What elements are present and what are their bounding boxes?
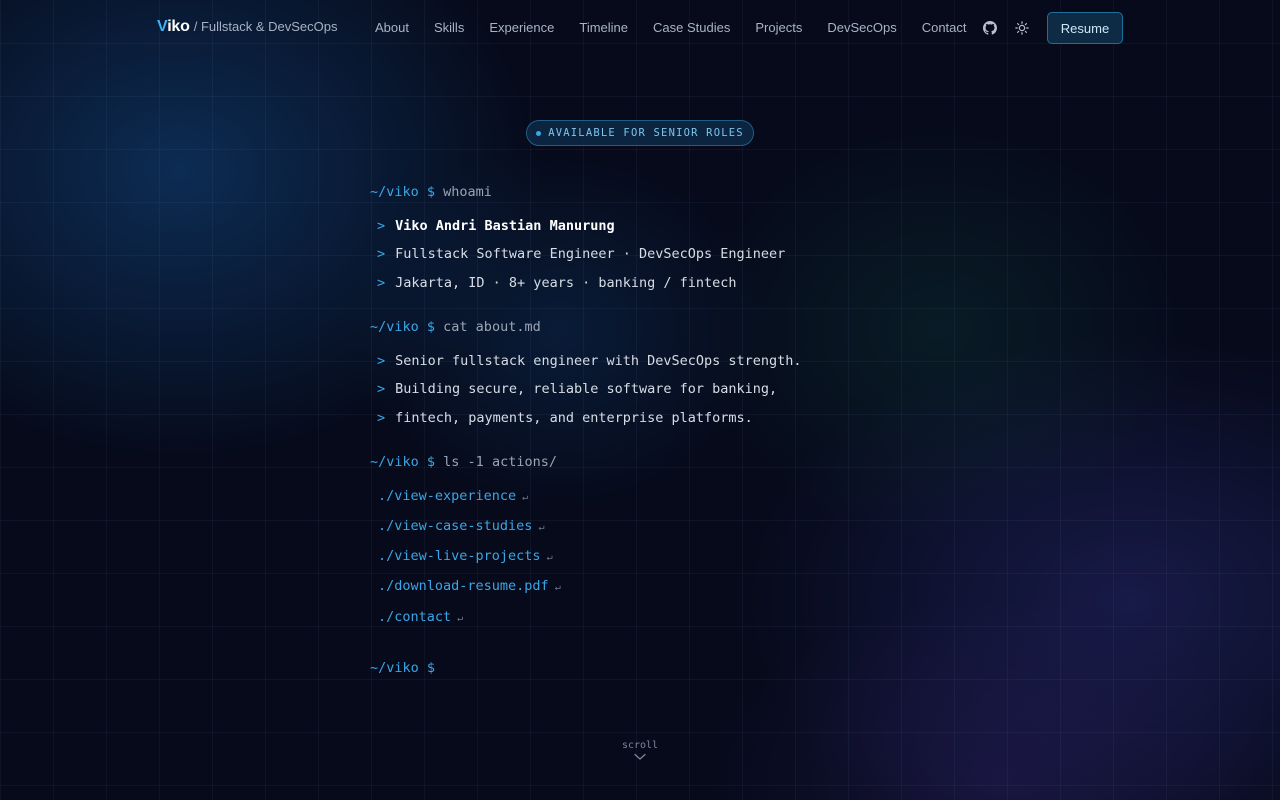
prompt-path: ~/viko $ [370, 319, 436, 335]
action-view-live-projects[interactable]: ./view-live-projects ↵ [378, 548, 553, 564]
nav-link-skills[interactable]: Skills [434, 20, 464, 35]
output-line: > Fullstack Software Engineer · DevSecOps… [377, 246, 785, 262]
prompt-path: ~/viko $ [370, 184, 436, 200]
action-download-resume[interactable]: ./download-resume.pdf ↵ [378, 578, 561, 594]
about-line: fintech, payments, and enterprise platfo… [395, 410, 753, 426]
action-contact[interactable]: ./contact ↵ [378, 609, 463, 625]
action-view-experience[interactable]: ./view-experience ↵ [378, 488, 528, 504]
nav-link-devsecops[interactable]: DevSecOps [827, 20, 896, 35]
action-label: ./contact [378, 609, 452, 625]
prompt-final: ~/viko $ [370, 660, 435, 676]
line-marker: > [377, 410, 386, 426]
nav-links: About Skills Experience Timeline Case St… [375, 20, 967, 35]
theme-toggle-button[interactable] [1012, 18, 1032, 38]
return-icon: ↵ [457, 613, 464, 624]
prompt-path: ~/viko $ [370, 660, 436, 676]
nav-link-timeline[interactable]: Timeline [579, 20, 628, 35]
prompt-cat-about: ~/viko $ cat about.md [370, 319, 541, 335]
availability-badge: AVAILABLE FOR SENIOR ROLES [526, 120, 754, 146]
output-line: > Senior fullstack engineer with DevSecOp… [377, 353, 802, 369]
output-line: > Building secure, reliable software for … [377, 381, 777, 397]
brand-subtitle: / Fullstack & DevSecOps [193, 19, 338, 34]
action-label: ./download-resume.pdf [378, 578, 549, 594]
line-marker: > [377, 353, 386, 369]
chevron-down-icon [634, 753, 646, 760]
nav-link-projects[interactable]: Projects [755, 20, 802, 35]
brand-logo[interactable]: Viko / Fullstack & DevSecOps [157, 18, 338, 36]
about-line: Senior fullstack engineer with DevSecOps… [395, 353, 802, 369]
about-line: Building secure, reliable software for b… [395, 381, 778, 397]
line-marker: > [377, 218, 386, 234]
profile-role: Fullstack Software Engineer · DevSecOps … [395, 246, 786, 262]
github-icon [983, 21, 997, 35]
line-marker: > [377, 275, 386, 291]
nav-link-about[interactable]: About [375, 20, 409, 35]
action-view-case-studies[interactable]: ./view-case-studies ↵ [378, 518, 544, 534]
prompt-whoami: ~/viko $ whoami [370, 184, 492, 200]
return-icon: ↵ [546, 552, 553, 563]
action-label: ./view-live-projects [378, 548, 541, 564]
output-line: > fintech, payments, and enterprise platf… [377, 410, 753, 426]
line-marker: > [377, 246, 386, 262]
nav-link-case-studies[interactable]: Case Studies [653, 20, 730, 35]
scroll-hint[interactable]: scroll [620, 740, 660, 761]
return-icon: ↵ [522, 492, 529, 503]
scroll-label: scroll [621, 740, 659, 751]
prompt-command: ls -1 actions/ [443, 454, 557, 470]
nav-link-contact[interactable]: Contact [922, 20, 967, 35]
prompt-command: whoami [443, 184, 492, 200]
action-label: ./view-case-studies [378, 518, 533, 534]
prompt-ls-actions: ~/viko $ ls -1 actions/ [370, 454, 557, 470]
brand-name-rest: iko [167, 18, 190, 35]
brand-name: Viko [157, 18, 190, 36]
availability-badge-label: AVAILABLE FOR SENIOR ROLES [548, 127, 744, 139]
github-button[interactable] [980, 18, 1000, 38]
resume-button[interactable]: Resume [1047, 12, 1123, 44]
status-dot-icon [536, 130, 542, 136]
sun-icon [1015, 21, 1029, 35]
profile-location: Jakarta, ID · 8+ years · banking / finte… [395, 275, 737, 291]
prompt-path: ~/viko $ [370, 454, 436, 470]
line-marker: > [377, 381, 386, 397]
prompt-command: cat about.md [443, 319, 541, 335]
profile-name: Viko Andri Bastian Manurung [395, 218, 615, 234]
nav-link-experience[interactable]: Experience [489, 20, 554, 35]
action-label: ./view-experience [378, 488, 517, 504]
brand-initial: V [157, 18, 168, 35]
top-nav: Viko / Fullstack & DevSecOps About Skill… [0, 0, 1280, 56]
return-icon: ↵ [554, 582, 561, 593]
output-line: > Jakarta, ID · 8+ years · banking / fint… [377, 275, 737, 291]
return-icon: ↵ [538, 522, 545, 533]
output-line: > Viko Andri Bastian Manurung [377, 218, 615, 234]
